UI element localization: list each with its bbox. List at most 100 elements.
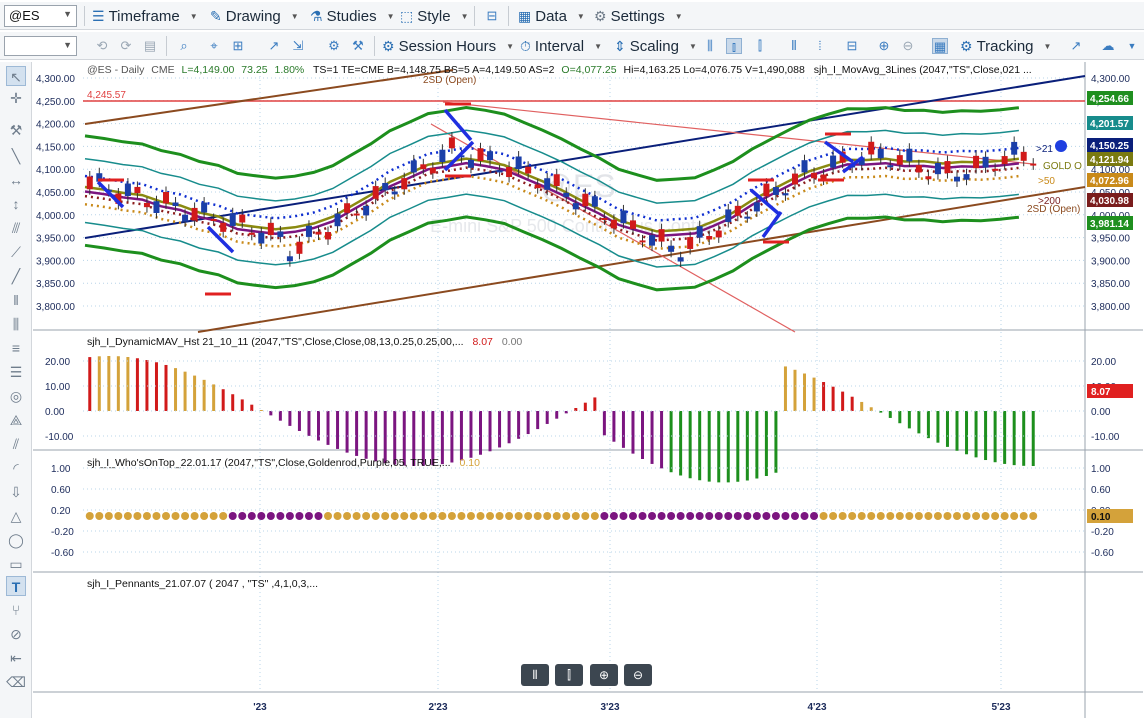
dot (95, 512, 104, 520)
magnify-icon[interactable]: ⌕ (176, 38, 192, 54)
eraser-icon[interactable]: ⌫ (6, 672, 26, 692)
fib-retrace-icon[interactable]: ☰ (6, 362, 26, 382)
pointer-icon[interactable]: ↖ (6, 66, 26, 86)
cursor-icon[interactable]: ⇲ (290, 38, 306, 54)
link2-icon[interactable]: ⟳ (118, 38, 134, 54)
parallel-lines-icon[interactable]: ⫼ (6, 314, 26, 334)
fibonacci-icon[interactable]: ≡ (6, 338, 26, 358)
zoom-out-icon[interactable]: ⊖ (900, 38, 916, 54)
dot (162, 512, 171, 520)
collapse-icon[interactable]: ⇤ (6, 648, 26, 668)
wrench-icon[interactable]: ⚒ (6, 120, 26, 140)
dot (733, 512, 742, 520)
interval-menu[interactable]: ⏱ Interval ▼ (520, 35, 602, 57)
drawing-menu[interactable]: ✎ Drawing ▼ (210, 5, 299, 27)
style-menu[interactable]: ⬚ Style ▼ (400, 5, 469, 27)
chevron-down-icon: ▼ (674, 11, 683, 21)
ray-icon[interactable]: ⟋ (6, 242, 26, 262)
dot (514, 512, 523, 520)
candlestick-icon[interactable]: ⫾ (726, 38, 742, 54)
crosshair-tool-icon[interactable]: ✛ (6, 88, 26, 108)
dot (1019, 512, 1028, 520)
chevron-down-icon: ▼ (460, 11, 469, 21)
grid-icon[interactable]: ▤ (142, 38, 158, 54)
delete-drawing-icon[interactable]: ⊘ (6, 624, 26, 644)
settings-menu[interactable]: ⚙ Settings ▼ (594, 5, 683, 27)
zoom-bars-out-icon[interactable]: ⦙ (812, 38, 828, 54)
interval-label: Interval (534, 37, 585, 55)
chevron-down-icon[interactable]: ▼ (1124, 38, 1140, 54)
chevron-down-icon[interactable]: ▼ (63, 9, 72, 19)
trend-icon[interactable]: ↗ (1068, 38, 1084, 54)
ellipse-icon[interactable]: ◯ (6, 530, 26, 550)
symbol-input[interactable]: @ES ▼ (4, 4, 77, 27)
dot (257, 512, 266, 520)
hollow-candle-icon[interactable]: ⫿ (752, 38, 768, 54)
candle-body (153, 201, 160, 214)
zoom-in-button[interactable]: ⊕ (590, 664, 618, 686)
scaling-menu[interactable]: ⇕ Scaling ▼ (614, 35, 697, 57)
dot (476, 512, 485, 520)
divider (166, 36, 167, 56)
link-icon[interactable]: ⟲ (94, 38, 110, 54)
arc-icon[interactable]: ◜ (6, 458, 26, 478)
header-symbol: @ES - Daily (87, 64, 145, 76)
tracking-menu[interactable]: ⚙ Tracking ▼ (960, 35, 1051, 57)
cloud-icon[interactable]: ☁ (1100, 38, 1116, 54)
dot (333, 512, 342, 520)
rectangle-icon[interactable]: ▭ (6, 554, 26, 574)
dot (857, 512, 866, 520)
candle-body (601, 217, 608, 220)
trendline-icon[interactable]: ╲ (6, 146, 26, 166)
studies-menu[interactable]: ⚗ Studies ▼ (310, 5, 395, 27)
horizontal-move-icon[interactable]: ↔ (6, 170, 26, 190)
bar-chart-icon[interactable]: ⫼ (702, 38, 718, 54)
spiral-icon[interactable]: ◎ (6, 386, 26, 406)
dataview-icon[interactable]: ⊞ (230, 38, 246, 54)
zoom-out-button[interactable]: ⊖ (624, 664, 652, 686)
dot (266, 512, 275, 520)
gann-icon[interactable]: ⟁ (6, 410, 26, 430)
dot (543, 512, 552, 520)
dot (390, 512, 399, 520)
candle-body (1011, 141, 1018, 155)
table-icon[interactable]: ▦ (932, 38, 948, 54)
config-icon[interactable]: ⚒ (350, 38, 366, 54)
interval-input[interactable]: ▼ (4, 35, 77, 56)
dot (219, 512, 228, 520)
channel-icon[interactable]: ⫻ (6, 218, 26, 238)
arrow-down-icon[interactable]: ⇩ (6, 482, 26, 502)
vertical-move-icon[interactable]: ↕ (6, 194, 26, 214)
split-icon[interactable]: ⊟ (844, 38, 860, 54)
chevron-down-icon[interactable]: ▼ (63, 40, 72, 50)
zoom-bars-out-button[interactable]: ⫿ (555, 664, 583, 686)
chevron-down-icon: ▼ (290, 11, 299, 21)
crosshair-icon[interactable]: ⌖ (206, 38, 222, 54)
vertical-lines-icon[interactable]: ‖ (6, 290, 26, 310)
price-tick-left: 4,250.00 (36, 97, 75, 108)
zoom-bars-in-button[interactable]: ⦀ (521, 664, 549, 686)
dot (867, 512, 876, 520)
layout-icon[interactable]: ⊟ (484, 8, 500, 24)
zoom-bars-in-icon[interactable]: ⦀ (786, 38, 802, 54)
candle-body (677, 257, 684, 262)
candle-body (944, 161, 951, 174)
session-hours-menu[interactable]: ⚙ Session Hours ▼ (382, 35, 514, 57)
speed-lines-icon[interactable]: ⫽ (6, 434, 26, 454)
dot (114, 512, 123, 520)
date-tick: 5'23 (991, 702, 1011, 713)
dot (505, 512, 514, 520)
chart-area[interactable]: @ES E-mini S&P 500 Continuous Contract 4… (33, 62, 1143, 718)
text-tool-icon[interactable]: T (6, 576, 26, 596)
data-menu[interactable]: ▦ Data ▼ (518, 5, 585, 27)
pitchfork-icon[interactable]: ⑂ (6, 600, 26, 620)
triangle-icon[interactable]: △ (6, 506, 26, 526)
draw-icon[interactable]: ↗ (266, 38, 282, 54)
dot (123, 512, 132, 520)
timeframe-menu[interactable]: ☰ Timeframe ▼ (92, 5, 198, 27)
settings-icon[interactable]: ⚙ (326, 38, 342, 54)
zoom-in-icon[interactable]: ⊕ (876, 38, 892, 54)
line-icon[interactable]: ╱ (6, 266, 26, 286)
candle-body (191, 207, 198, 221)
ma200-label: >200 (1038, 196, 1061, 207)
